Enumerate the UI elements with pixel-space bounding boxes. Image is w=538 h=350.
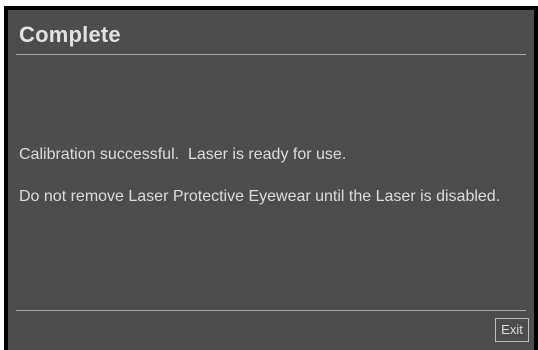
calibration-complete-dialog: Complete Calibration successful. Laser i… [4, 6, 538, 350]
footer-divider [16, 310, 526, 311]
title-divider [16, 54, 526, 55]
dialog-title: Complete [19, 22, 121, 47]
eyewear-warning-message: Do not remove Laser Protective Eyewear u… [19, 188, 501, 205]
exit-button[interactable]: Exit [495, 318, 529, 342]
success-message: Calibration successful. Laser is ready f… [19, 146, 347, 163]
